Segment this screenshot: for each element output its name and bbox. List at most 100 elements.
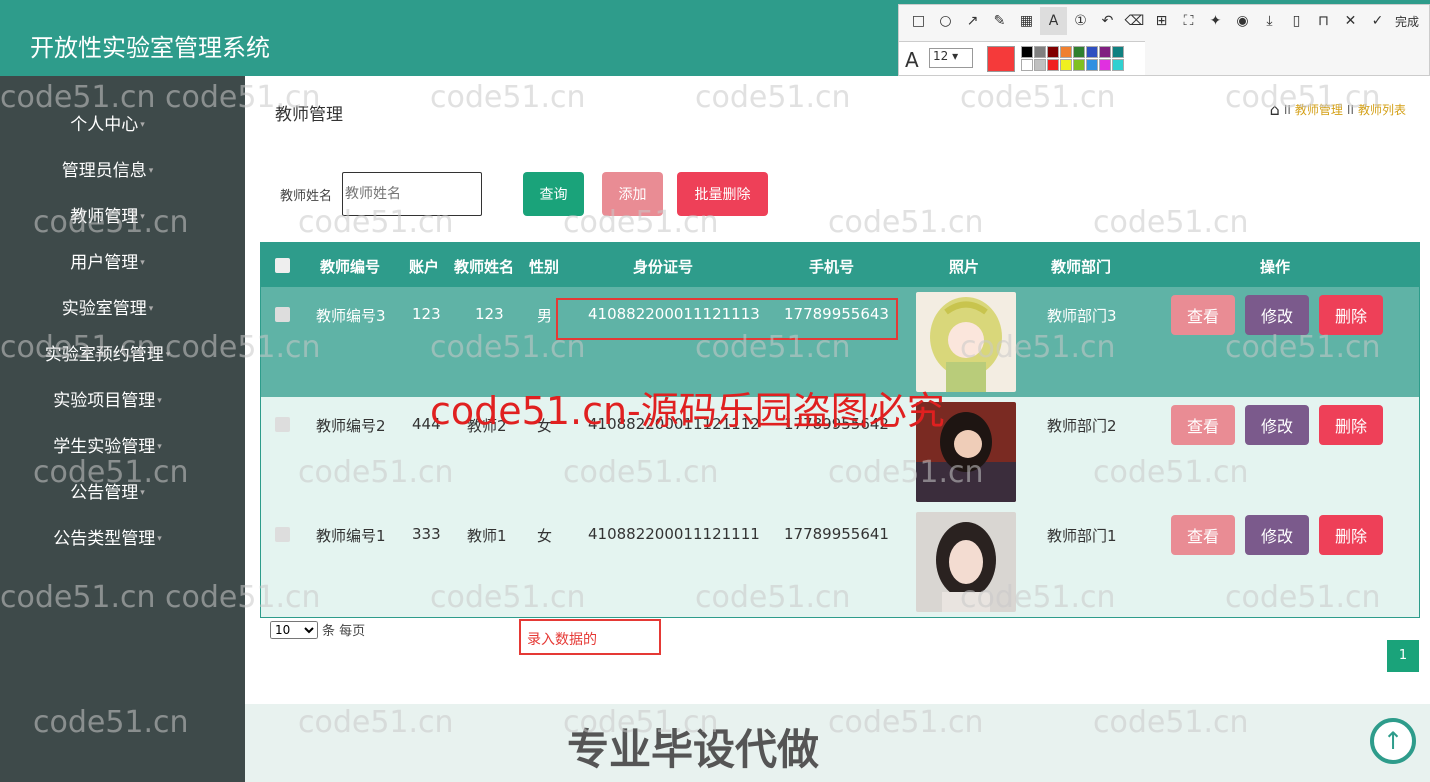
cell-department: 教师部门2 xyxy=(1047,417,1117,435)
column-header: 教师姓名 xyxy=(454,258,515,276)
color-swatch[interactable] xyxy=(1047,46,1059,58)
table-row: 教师编号1 333 教师1 女 410882200011121111 17789… xyxy=(261,507,1419,617)
sidebar-item-announcement-type[interactable]: 公告类型管理 ▾ xyxy=(0,524,215,549)
color-swatch[interactable] xyxy=(1073,46,1085,58)
pin-icon[interactable]: ✦ xyxy=(1202,7,1229,35)
color-swatch[interactable] xyxy=(1099,59,1111,71)
sidebar-item-teacher-management[interactable]: 教师管理 ▾ xyxy=(0,202,215,227)
edit-button[interactable]: 修改 xyxy=(1245,405,1309,445)
teacher-photo xyxy=(916,292,1016,392)
sidebar-item-project-management[interactable]: 实验项目管理 ▾ xyxy=(0,386,215,411)
color-palette xyxy=(1021,46,1124,71)
footer-band xyxy=(245,704,1430,782)
text-style-bar: A 12 ▾ xyxy=(899,41,1145,75)
current-color-swatch[interactable] xyxy=(987,46,1015,72)
cell-gender: 女 xyxy=(537,527,553,545)
breadcrumb-separator: II xyxy=(1346,102,1354,117)
record-icon[interactable]: ◉ xyxy=(1229,7,1256,35)
color-swatch[interactable] xyxy=(1112,59,1124,71)
view-button[interactable]: 查看 xyxy=(1171,295,1235,335)
column-header: 操作 xyxy=(1260,258,1291,276)
cell-name: 123 xyxy=(475,305,504,323)
sidebar-item-admin-info[interactable]: 管理员信息 ▾ xyxy=(0,156,215,181)
page-size-select[interactable]: 10 xyxy=(270,620,318,639)
sidebar-item-personal-center[interactable]: 个人中心 ▾ xyxy=(0,110,215,135)
cell-department: 教师部门3 xyxy=(1047,307,1117,325)
capture-icon[interactable]: ⛶ xyxy=(1175,7,1202,35)
undo-icon[interactable]: ↶ xyxy=(1094,7,1121,35)
batch-delete-button[interactable]: 批量删除 xyxy=(677,172,768,216)
row-checkbox[interactable] xyxy=(275,417,290,432)
delete-button[interactable]: 删除 xyxy=(1319,405,1383,445)
pen-tool-icon[interactable]: ✎ xyxy=(986,7,1013,35)
number-tool-icon[interactable]: ① xyxy=(1067,7,1094,35)
breadcrumb-item[interactable]: 教师列表 xyxy=(1358,101,1406,118)
ocr-icon[interactable]: ⊞ xyxy=(1148,7,1175,35)
back-to-top-icon[interactable]: ↑ xyxy=(1370,718,1416,764)
page-number-button[interactable]: 1 xyxy=(1387,640,1419,672)
text-tool-icon[interactable]: A xyxy=(1040,7,1067,35)
color-swatch[interactable] xyxy=(1073,59,1085,71)
color-swatch[interactable] xyxy=(1034,59,1046,71)
breadcrumb: ⌂ II 教师管理 II 教师列表 xyxy=(1270,100,1406,119)
cell-account: 123 xyxy=(412,305,441,323)
edit-button[interactable]: 修改 xyxy=(1245,295,1309,335)
sidebar-item-user-management[interactable]: 用户管理 ▾ xyxy=(0,248,215,273)
annotation-text-box[interactable]: 录入数据的 xyxy=(519,619,661,655)
cell-teacher-id: 教师编号3 xyxy=(316,307,386,325)
color-swatch[interactable] xyxy=(1099,46,1111,58)
view-button[interactable]: 查看 xyxy=(1171,405,1235,445)
eraser-icon[interactable]: ⌫ xyxy=(1121,7,1148,35)
check-icon[interactable]: ✓ xyxy=(1364,7,1391,35)
sidebar-item-lab-booking[interactable]: 实验室预约管理 ▾ xyxy=(0,340,215,365)
rectangle-tool-icon[interactable]: □ xyxy=(905,7,932,35)
color-swatch[interactable] xyxy=(1021,59,1033,71)
page-size-control: 10 条 每页 xyxy=(270,620,365,639)
bookmark-icon[interactable]: ⊓ xyxy=(1310,7,1337,35)
sidebar-item-lab-management[interactable]: 实验室管理 ▾ xyxy=(0,294,215,319)
cell-idcard: 410882200011121111 xyxy=(588,525,760,543)
finish-label[interactable]: 完成 xyxy=(1395,13,1419,30)
view-button[interactable]: 查看 xyxy=(1171,515,1235,555)
sidebar-item-announcement[interactable]: 公告管理 ▾ xyxy=(0,478,215,503)
teacher-name-input[interactable] xyxy=(342,172,482,216)
download-icon[interactable]: ⤓ xyxy=(1256,7,1283,35)
color-swatch[interactable] xyxy=(1060,59,1072,71)
color-swatch[interactable] xyxy=(1086,46,1098,58)
add-button[interactable]: 添加 xyxy=(602,172,663,216)
row-checkbox[interactable] xyxy=(275,527,290,542)
arrow-tool-icon[interactable]: ↗ xyxy=(959,7,986,35)
breadcrumb-item[interactable]: 教师管理 xyxy=(1295,101,1343,118)
select-all-checkbox[interactable] xyxy=(275,258,290,273)
row-checkbox[interactable] xyxy=(275,307,290,322)
search-label: 教师姓名 xyxy=(280,189,333,204)
cell-teacher-id: 教师编号1 xyxy=(316,527,386,545)
color-swatch[interactable] xyxy=(1112,46,1124,58)
font-icon: A xyxy=(905,48,919,72)
home-icon[interactable]: ⌂ xyxy=(1270,100,1280,119)
cell-gender: 男 xyxy=(537,307,553,325)
color-swatch[interactable] xyxy=(1060,46,1072,58)
page-title: 教师管理 xyxy=(275,105,343,125)
color-swatch[interactable] xyxy=(1086,59,1098,71)
table-header: 教师编号 账户 教师姓名 性别 身份证号 手机号 照片 教师部门 操作 xyxy=(261,243,1419,287)
ellipse-tool-icon[interactable]: ○ xyxy=(932,7,959,35)
column-header: 性别 xyxy=(529,258,560,276)
column-header: 手机号 xyxy=(809,258,855,276)
delete-button[interactable]: 删除 xyxy=(1319,295,1383,335)
cell-account: 333 xyxy=(412,525,441,543)
color-swatch[interactable] xyxy=(1034,46,1046,58)
delete-button[interactable]: 删除 xyxy=(1319,515,1383,555)
sidebar-item-student-experiment[interactable]: 学生实验管理 ▾ xyxy=(0,432,215,457)
edit-button[interactable]: 修改 xyxy=(1245,515,1309,555)
device-icon[interactable]: ▯ xyxy=(1283,7,1310,35)
font-size-select[interactable]: 12 ▾ xyxy=(929,48,973,68)
close-icon[interactable]: ✕ xyxy=(1337,7,1364,35)
query-button[interactable]: 查询 xyxy=(523,172,584,216)
mosaic-tool-icon[interactable]: ▦ xyxy=(1013,7,1040,35)
column-header: 照片 xyxy=(949,258,980,276)
teacher-photo xyxy=(916,512,1016,612)
cell-name: 教师1 xyxy=(467,527,507,545)
color-swatch[interactable] xyxy=(1021,46,1033,58)
color-swatch[interactable] xyxy=(1047,59,1059,71)
